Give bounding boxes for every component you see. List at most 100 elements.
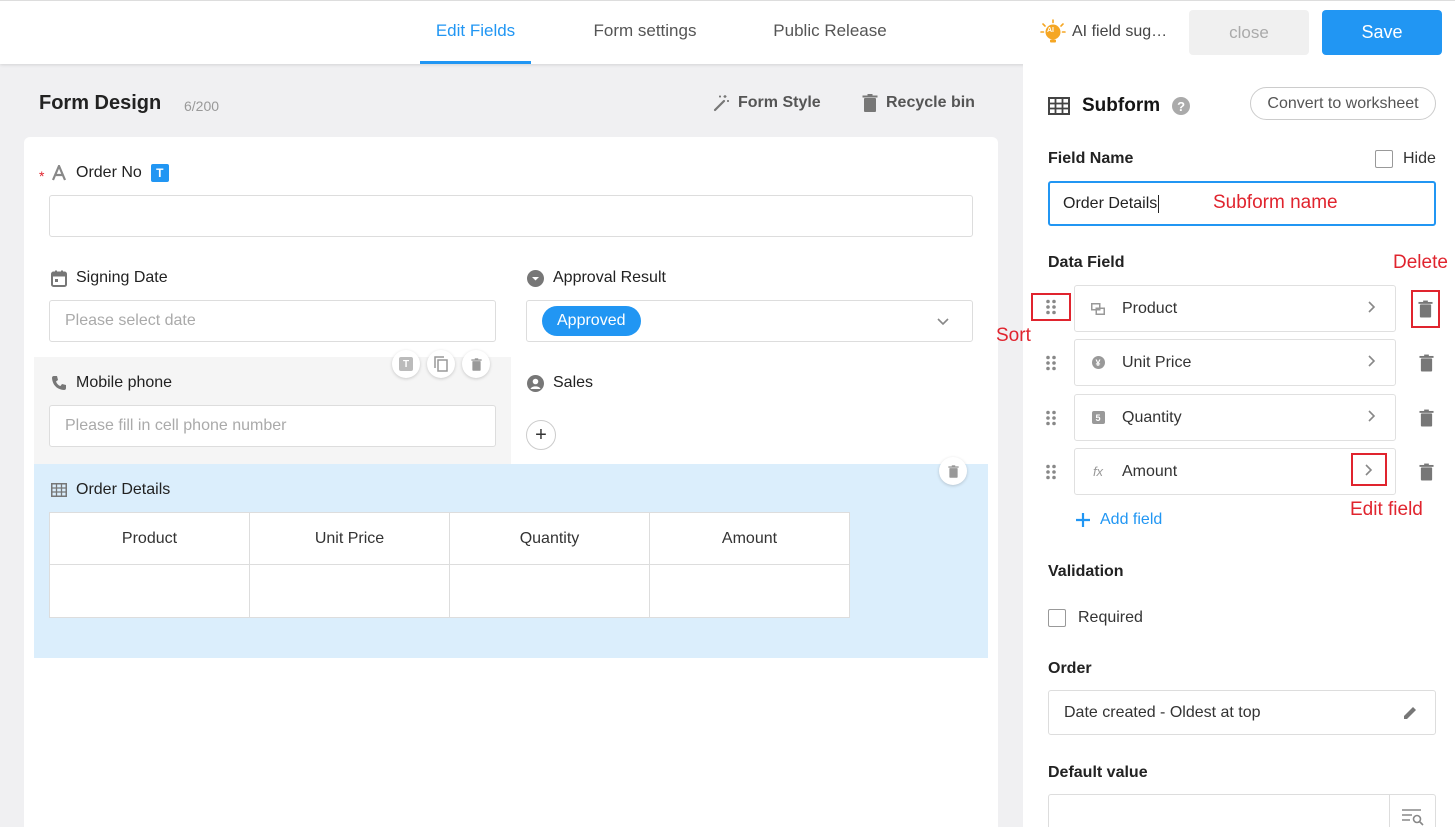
default-value-input[interactable]: [1048, 794, 1436, 827]
field-picker-button[interactable]: [1389, 795, 1435, 827]
title-field-badge: T: [150, 164, 169, 182]
approval-result-select[interactable]: Approved: [526, 300, 973, 342]
hide-checkbox[interactable]: [1375, 150, 1393, 168]
table-icon: [51, 483, 67, 497]
mobile-phone-label: Mobile phone: [51, 372, 172, 394]
chevron-down-icon: [937, 318, 949, 326]
delete-field-button[interactable]: [1416, 352, 1436, 374]
required-checkbox[interactable]: [1048, 609, 1066, 627]
sort-handle[interactable]: [1031, 463, 1071, 481]
convert-to-worksheet-button[interactable]: Convert to worksheet: [1250, 87, 1436, 120]
mobile-phone-input[interactable]: Please fill in cell phone number: [49, 405, 496, 447]
approved-tag: Approved: [542, 306, 641, 336]
order-no-text: Order No: [76, 164, 142, 181]
sales-label: Sales: [527, 372, 593, 394]
formula-icon: fx: [1092, 464, 1104, 479]
sort-handle[interactable]: [1031, 409, 1071, 427]
save-button[interactable]: Save: [1322, 10, 1442, 55]
dropdown-circle-icon: [527, 269, 544, 287]
user-circle-icon: [527, 374, 544, 392]
drag-icon: [1045, 464, 1057, 480]
data-field-heading: Data Field: [1048, 254, 1125, 271]
copy-icon: [434, 356, 448, 372]
order-no-input[interactable]: [49, 195, 973, 237]
edit-field-button[interactable]: [1367, 300, 1377, 314]
data-field-label: Unit Price: [1122, 353, 1192, 371]
add-user-button[interactable]: +: [526, 420, 556, 450]
field-count: 6/200: [184, 98, 220, 114]
chevron-right-icon: [1367, 409, 1377, 423]
required-label: Required: [1078, 609, 1143, 626]
copy-field-button[interactable]: [427, 350, 455, 378]
ai-bulb-icon: AI: [1040, 19, 1066, 45]
required-option[interactable]: Required: [1048, 609, 1143, 627]
validation-heading: Validation: [1048, 563, 1124, 580]
table-cell: [449, 564, 650, 618]
trash-icon: [1418, 463, 1434, 481]
annotation-subform-name: Subform name: [1213, 192, 1338, 213]
field-name-value: Order Details: [1063, 194, 1158, 212]
drag-icon: [1045, 410, 1057, 426]
order-no-label: Order No T: [51, 162, 169, 184]
column-header: Amount: [649, 512, 850, 565]
column-header: Quantity: [449, 512, 650, 565]
edit-field-button[interactable]: [1367, 409, 1377, 423]
mobile-phone-text: Mobile phone: [76, 374, 173, 391]
sort-handle[interactable]: [1031, 293, 1071, 321]
close-button[interactable]: close: [1189, 10, 1309, 55]
trash-icon: [470, 357, 482, 371]
trash-icon: [862, 94, 878, 112]
relation-icon: [1090, 302, 1106, 315]
order-heading: Order: [1048, 660, 1092, 677]
order-details-label: Order Details: [51, 479, 170, 501]
signing-date-input[interactable]: Please select date: [49, 300, 496, 342]
data-field-row[interactable]: Product: [1074, 285, 1396, 332]
form-style-label: Form Style: [738, 94, 821, 111]
table-cell: [49, 564, 250, 618]
form-style-button[interactable]: Form Style: [712, 94, 821, 112]
tab-form-settings[interactable]: Form settings: [580, 0, 710, 64]
column-header: Unit Price: [249, 512, 450, 565]
chevron-right-icon: [1367, 354, 1377, 368]
trash-icon: [1418, 409, 1434, 427]
number-icon: 5: [1090, 411, 1106, 424]
data-field-row[interactable]: fx Amount: [1074, 448, 1396, 495]
order-select[interactable]: Date created - Oldest at top: [1048, 690, 1436, 735]
delete-field-button[interactable]: [1416, 407, 1436, 429]
annotation-edit-field: Edit field: [1350, 499, 1423, 520]
help-icon[interactable]: ?: [1172, 97, 1191, 115]
approval-result-label: Approval Result: [527, 267, 666, 289]
data-field-row[interactable]: ¥ Unit Price: [1074, 339, 1396, 386]
recycle-bin-button[interactable]: Recycle bin: [862, 94, 975, 112]
edit-field-button[interactable]: [1367, 354, 1377, 368]
delete-field-button[interactable]: [1416, 461, 1436, 483]
sort-handle[interactable]: [1031, 354, 1071, 372]
pencil-icon[interactable]: [1402, 705, 1418, 721]
table-cell: [249, 564, 450, 618]
data-field-label: Quantity: [1122, 408, 1182, 426]
title-toggle-button[interactable]: T: [392, 350, 420, 378]
field-name-heading: Field Name: [1048, 150, 1134, 167]
trash-icon: [947, 464, 959, 478]
approval-result-text: Approval Result: [553, 269, 666, 286]
annotation-sort: Sort: [996, 325, 1031, 346]
data-field-label: Amount: [1122, 462, 1178, 480]
ai-field-suggestion[interactable]: AI AI field sug…: [1040, 16, 1180, 48]
text-field-icon: [51, 165, 67, 181]
add-field-button[interactable]: Add field: [1075, 511, 1162, 529]
hide-option[interactable]: Hide: [1375, 150, 1436, 168]
delete-field-button[interactable]: [1411, 290, 1440, 328]
sales-text: Sales: [553, 374, 594, 391]
edit-field-button[interactable]: [1351, 453, 1387, 486]
data-field-label: Product: [1122, 299, 1178, 317]
column-header: Product: [49, 512, 250, 565]
delete-subform-button[interactable]: [939, 457, 967, 485]
order-value: Date created - Oldest at top: [1064, 703, 1261, 721]
table-icon: [1048, 97, 1070, 115]
chevron-right-icon: [1367, 300, 1377, 314]
delete-field-button[interactable]: [462, 350, 490, 378]
tab-public-release[interactable]: Public Release: [760, 0, 900, 64]
data-field-row[interactable]: 5 Quantity: [1074, 394, 1396, 441]
tab-edit-fields[interactable]: Edit Fields: [420, 0, 531, 64]
subform-title: Subform: [1082, 95, 1161, 116]
